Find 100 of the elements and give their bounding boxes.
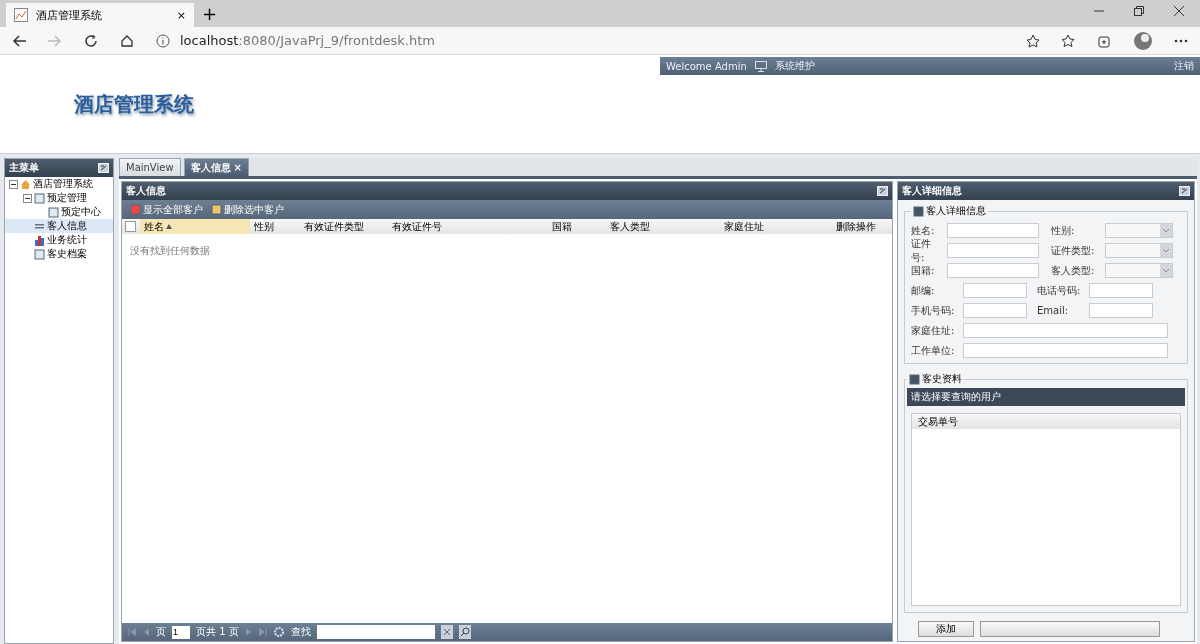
clear-icon[interactable] xyxy=(440,625,453,639)
field-label: 手机号码: xyxy=(911,303,956,318)
input-field[interactable] xyxy=(1089,283,1153,298)
toolbar-button[interactable]: 删除选中客户 xyxy=(211,202,284,217)
home-icon[interactable] xyxy=(120,33,134,48)
window-icon xyxy=(34,248,45,260)
favorites-icon[interactable] xyxy=(1062,33,1076,48)
close-tab-button[interactable]: × xyxy=(176,8,186,22)
next-page-icon[interactable] xyxy=(244,628,253,636)
toolbar-button[interactable]: 显示全部客户 xyxy=(130,202,203,217)
field-label: 家庭住址: xyxy=(911,323,956,338)
add-button[interactable]: 添加 xyxy=(918,621,974,637)
input-field[interactable] xyxy=(963,303,1027,318)
logout-link[interactable]: 注销 xyxy=(1174,59,1194,73)
system-link[interactable]: 系统维护 xyxy=(774,59,815,73)
collapse-panel-icon[interactable] xyxy=(1179,186,1190,196)
more-icon[interactable] xyxy=(1174,38,1188,43)
field-label: Email: xyxy=(1037,305,1070,316)
blank-button[interactable] xyxy=(980,621,1160,637)
column-heading[interactable]: 交易单号 xyxy=(912,414,1180,429)
app-title: 酒店管理系统 xyxy=(74,91,195,118)
avatar-icon[interactable] xyxy=(1134,31,1152,50)
tree-item[interactable]: 客史档案 xyxy=(5,247,113,261)
column-heading[interactable]: 国籍 xyxy=(548,219,606,234)
field-label: 客人类型: xyxy=(1051,263,1096,278)
first-page-icon[interactable] xyxy=(128,628,136,636)
last-page-icon[interactable] xyxy=(258,628,267,636)
dropdown-icon[interactable] xyxy=(1160,244,1172,257)
tree-item[interactable]: 预定中心 xyxy=(5,205,113,219)
column-heading[interactable]: 删除操作 xyxy=(832,219,892,234)
dropdown-icon[interactable] xyxy=(1160,264,1172,277)
search-icon[interactable] xyxy=(458,625,471,639)
reload-icon[interactable] xyxy=(84,33,98,48)
details-title: 客人详细信息 xyxy=(902,184,962,198)
empty-message: 没有找到任何数据 xyxy=(130,245,210,256)
welcome-text: Welcome Admin xyxy=(666,60,747,72)
sidebar-title: 主菜单 xyxy=(9,161,39,175)
column-heading[interactable]: 性别 xyxy=(250,219,300,234)
browser-tab[interactable]: 酒店管理系统 × xyxy=(6,3,194,27)
column-heading[interactable]: 客人类型 xyxy=(606,219,720,234)
bar-chart-icon xyxy=(34,234,45,246)
new-tab-button[interactable]: + xyxy=(202,3,218,27)
page-label: 页 xyxy=(156,625,166,639)
column-heading[interactable]: 有效证件号 xyxy=(388,219,548,234)
collapse-icon[interactable] xyxy=(23,193,32,203)
select-field[interactable] xyxy=(1105,243,1173,258)
forward-arrow-icon[interactable] xyxy=(48,34,62,47)
page-total: 页共 1 页 xyxy=(196,625,239,639)
monitor-icon xyxy=(754,60,767,72)
input-field[interactable] xyxy=(963,343,1168,358)
tree-item[interactable]: 预定管理 xyxy=(5,191,113,205)
close-icon[interactable] xyxy=(1174,5,1184,16)
collections-icon[interactable] xyxy=(1098,33,1112,48)
collapse-panel-icon[interactable] xyxy=(98,163,109,173)
column-heading[interactable]: 家庭住址 xyxy=(720,219,832,234)
column-heading[interactable]: 有效证件类型 xyxy=(300,219,388,234)
chart-icon xyxy=(14,8,28,22)
select-field[interactable] xyxy=(1105,263,1173,278)
sort-up-icon xyxy=(166,224,172,229)
field-label: 姓名: xyxy=(911,223,936,238)
field-label: 邮编: xyxy=(911,283,936,298)
fieldset-legend: 客人详细信息 xyxy=(926,204,986,218)
tab-title: 酒店管理系统 xyxy=(36,7,103,23)
input-field[interactable] xyxy=(1089,303,1153,318)
input-field[interactable] xyxy=(947,223,1039,238)
select-field[interactable] xyxy=(1105,223,1173,238)
refresh-gear-icon[interactable] xyxy=(272,626,285,638)
page-input[interactable]: 1 xyxy=(172,625,190,639)
url-path: :8080/JavaPrj_9/frontdesk.htm xyxy=(238,33,435,48)
collapse-icon[interactable] xyxy=(9,179,18,189)
input-field[interactable] xyxy=(963,323,1168,338)
window-icon xyxy=(34,192,45,204)
previous-page-icon[interactable] xyxy=(142,628,150,636)
search-field[interactable] xyxy=(316,625,435,639)
restore-icon[interactable] xyxy=(1134,5,1144,16)
collapse-panel-icon[interactable] xyxy=(877,186,888,196)
field-label: 证件号: xyxy=(911,236,932,265)
input-field[interactable] xyxy=(947,263,1039,278)
tree-item[interactable]: 酒店管理系统 xyxy=(5,177,113,191)
history-title: 请选择要查询的用户 xyxy=(911,390,1001,404)
tree-item[interactable]: 业务统计 xyxy=(5,233,113,247)
house-icon xyxy=(20,178,31,190)
input-field[interactable] xyxy=(963,283,1027,298)
tree-item[interactable]: 客人信息 xyxy=(5,219,113,233)
tab-close-button[interactable]: × xyxy=(233,162,242,173)
field-label: 证件类型: xyxy=(1051,243,1096,258)
field-label: 工作单位: xyxy=(911,343,956,358)
column-heading[interactable]: 姓名 xyxy=(140,219,250,234)
info-icon[interactable] xyxy=(156,33,170,48)
panel-tab[interactable]: MainView xyxy=(119,158,181,176)
back-arrow-icon[interactable] xyxy=(12,34,26,47)
fieldset-legend: 客史资料 xyxy=(922,372,962,386)
input-field[interactable] xyxy=(947,243,1039,258)
grid-title: 客人信息 xyxy=(126,184,166,198)
field-label: 性别: xyxy=(1051,223,1076,238)
field-label: 电话号码: xyxy=(1037,283,1082,298)
favorite-star-icon[interactable] xyxy=(1026,33,1040,48)
window-icon xyxy=(48,206,59,218)
panel-tab[interactable]: 客人信息 × xyxy=(183,158,249,176)
dropdown-icon[interactable] xyxy=(1160,224,1172,237)
